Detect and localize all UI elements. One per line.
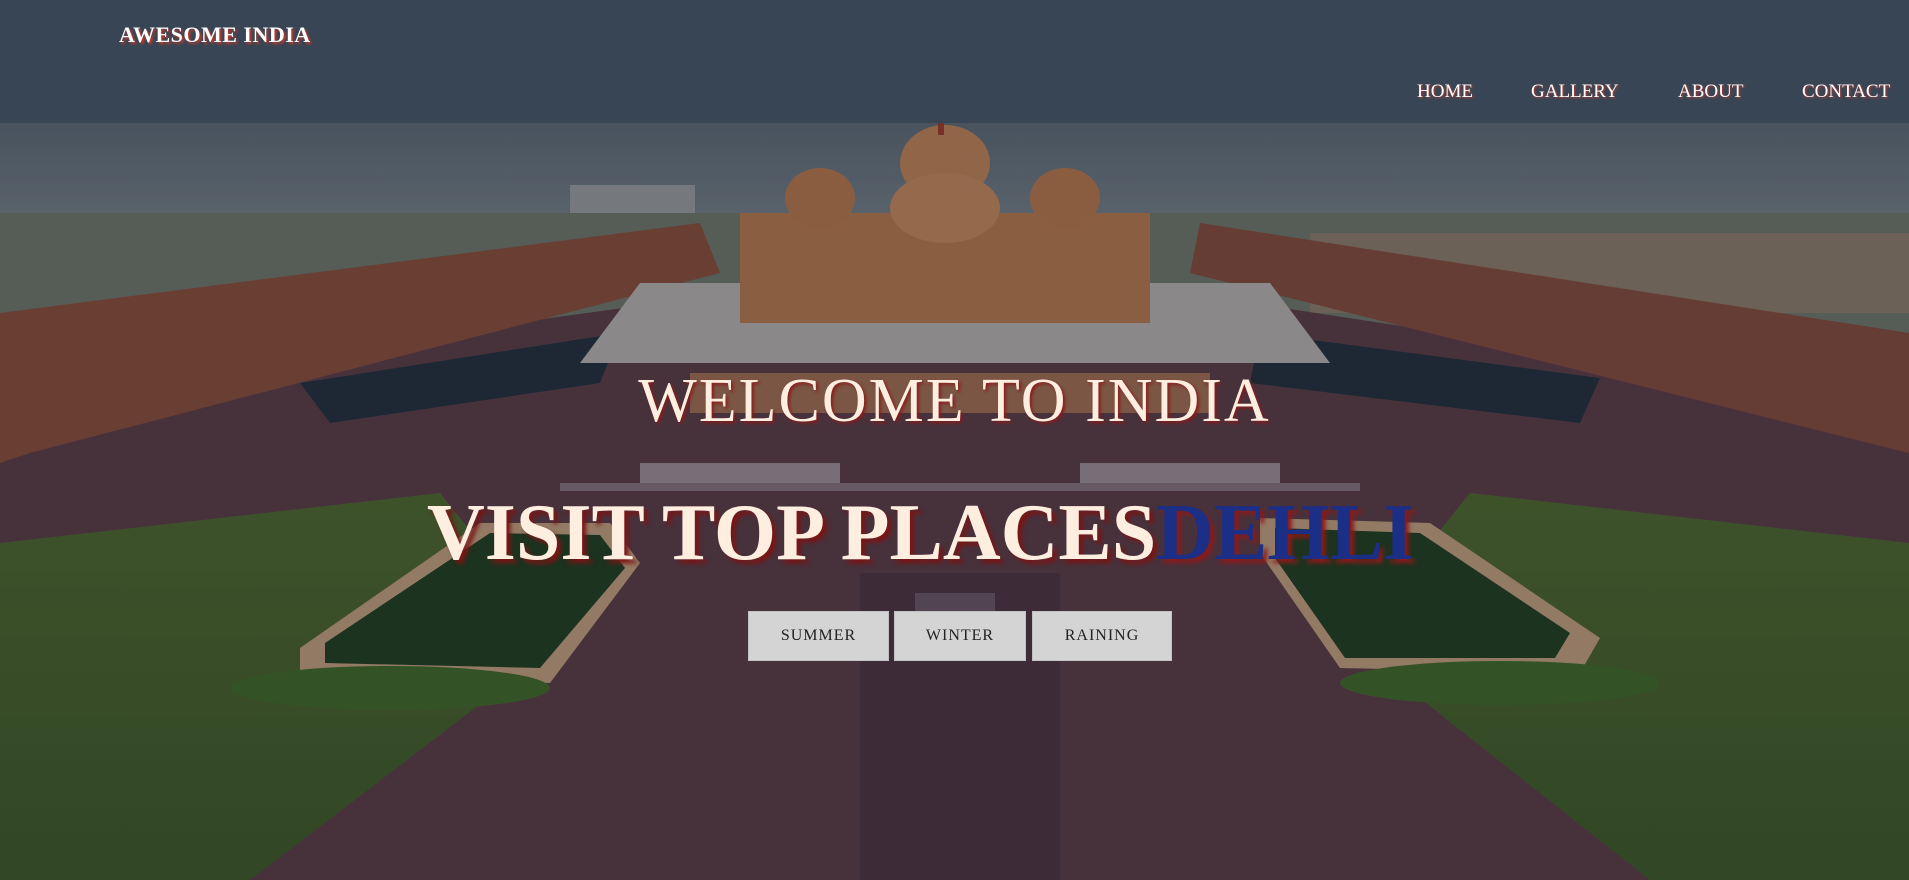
- winter-button[interactable]: WINTER: [894, 611, 1026, 661]
- hero-headline: VISIT TOP PLACESDEHLI: [427, 488, 1414, 579]
- nav-menu: HOME GALLERY ABOUT CONTACT: [0, 81, 1909, 107]
- nav-link-gallery[interactable]: GALLERY: [1531, 81, 1619, 103]
- nav-link-contact[interactable]: CONTACT: [1802, 81, 1890, 103]
- hero-welcome-heading: WELCOME TO INDIA: [638, 367, 1271, 435]
- raining-button[interactable]: RAINING: [1032, 611, 1172, 661]
- nav-link-about[interactable]: ABOUT: [1678, 81, 1743, 103]
- hero-headline-text: VISIT TOP PLACES: [427, 489, 1157, 577]
- nav-link-home[interactable]: HOME: [1417, 81, 1473, 103]
- brand-logo-text[interactable]: AWESOME INDIA: [119, 22, 311, 48]
- top-navbar: AWESOME INDIA HOME GALLERY ABOUT CONTACT: [0, 0, 1909, 123]
- hero-section: WELCOME TO INDIA VISIT TOP PLACESDEHLI S…: [0, 123, 1909, 880]
- hero-highlight-city: DEHLI: [1156, 489, 1415, 577]
- summer-button[interactable]: SUMMER: [748, 611, 889, 661]
